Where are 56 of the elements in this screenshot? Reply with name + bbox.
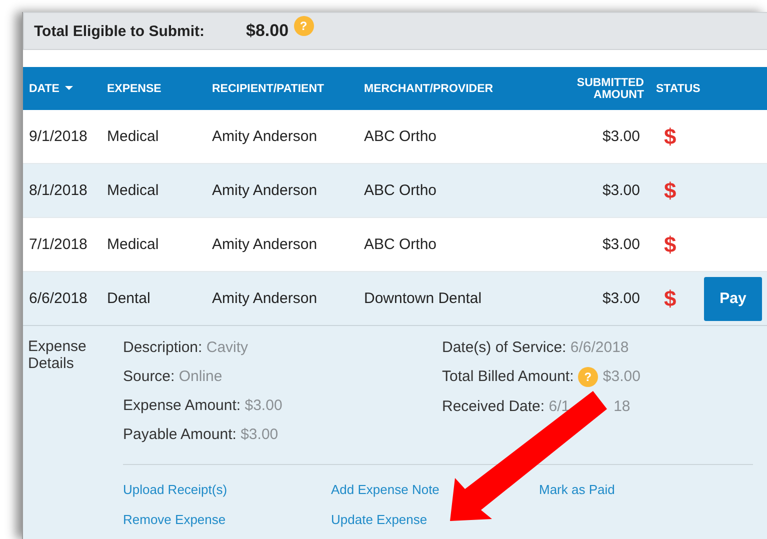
field-label: Expense Amount: xyxy=(123,397,241,414)
recipient-cell-text: Amity Anderson xyxy=(211,182,318,199)
column-header[interactable]: DATE xyxy=(29,82,74,94)
action-link[interactable]: Update Expense xyxy=(331,512,428,527)
merchant-cell-text: ABC Ortho xyxy=(363,128,438,145)
amount-cell-text: $3.00 xyxy=(601,182,640,199)
summary-amount: $8.00 xyxy=(246,21,289,41)
column-header[interactable]: SUBMITTED AMOUNT xyxy=(534,76,644,100)
action-link[interactable]: Remove Expense xyxy=(123,512,226,527)
recipient-cell-text: Amity Anderson xyxy=(211,128,318,145)
expense-cell-text: Medical xyxy=(106,128,160,145)
field-label: Date(s) of Service: xyxy=(442,339,566,356)
merchant-cell-text: Downtown Dental xyxy=(363,290,483,307)
merchant-cell-text: ABC Ortho xyxy=(363,236,438,253)
action-link[interactable]: Mark as Paid xyxy=(539,482,615,497)
expense-cell-text: Medical xyxy=(106,236,160,253)
status-icon: $ xyxy=(648,178,698,204)
amount-cell-text: $3.00 xyxy=(601,128,640,145)
summary-label: Total Eligible to Submit: xyxy=(34,22,206,40)
field-value: $3.00 xyxy=(602,368,640,385)
expense-cell-text: Medical xyxy=(106,182,160,199)
amount-cell-text: $3.00 xyxy=(601,236,640,253)
date-cell-text: 8/1/2018 xyxy=(28,182,88,199)
recipient-cell-text: Amity Anderson xyxy=(211,236,318,253)
table-row[interactable]: 6/6/2018 Dental Amity Anderson Downtown Dental $3.00 $ Pay xyxy=(23,272,767,326)
date-cell-text: 9/1/2018 xyxy=(28,128,88,145)
status-icon: $ xyxy=(648,124,698,150)
table-row[interactable]: 8/1/2018 Medical Amity Anderson ABC Ortho $3.00 $ xyxy=(23,164,767,218)
field-label: Payable Amount: xyxy=(123,426,236,443)
column-header[interactable]: RECIPIENT/PATIENT xyxy=(212,82,324,94)
amount-cell-text: $3.00 xyxy=(601,290,640,307)
field-label: Received Date: xyxy=(442,398,545,416)
field-value: $3.00 xyxy=(244,397,282,414)
field-value: Cavity xyxy=(206,339,248,356)
status-icon: $ xyxy=(648,286,698,312)
expense-cell-text: Dental xyxy=(106,290,152,307)
status-icon: $ xyxy=(648,232,698,258)
field-value: 18 xyxy=(614,398,630,416)
details-heading: Expense Details xyxy=(28,338,88,374)
field-label: Source: xyxy=(123,368,175,385)
date-cell-text: 7/1/2018 xyxy=(28,236,88,253)
column-header[interactable]: MERCHANT/PROVIDER xyxy=(364,82,494,94)
merchant-cell-text: ABC Ortho xyxy=(363,182,438,199)
column-header[interactable]: EXPENSE xyxy=(107,82,162,94)
field-label: Total Billed Amount: xyxy=(442,368,574,385)
field-value: 6/6/2018 xyxy=(570,339,629,356)
field-value: Online xyxy=(178,368,222,385)
recipient-cell-text: Amity Anderson xyxy=(211,290,318,307)
date-cell-text: 6/6/2018 xyxy=(28,290,88,307)
action-link[interactable]: Add Expense Note xyxy=(331,482,440,497)
column-header[interactable]: STATUS xyxy=(656,82,700,94)
pay-button[interactable]: Pay xyxy=(704,276,762,320)
action-link[interactable]: Upload Receipt(s) xyxy=(123,482,228,497)
field-value: $3.00 xyxy=(240,426,278,443)
field-value: 6/1 xyxy=(548,398,570,416)
field-label: Description: xyxy=(123,339,202,356)
